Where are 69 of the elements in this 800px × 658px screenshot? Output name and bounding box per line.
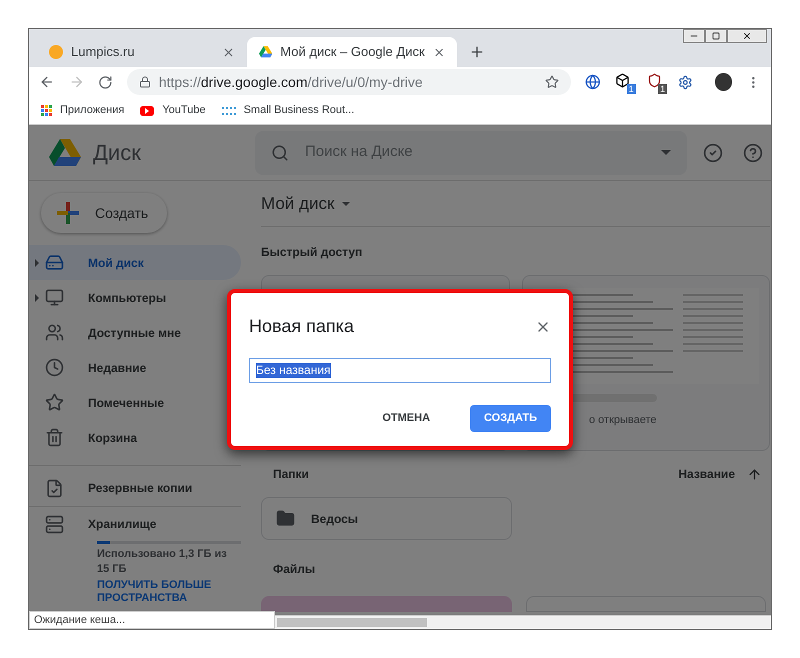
nav-item[interactable]: Помеченные <box>29 385 241 420</box>
page-title: Мой диск <box>261 192 334 215</box>
people-icon <box>45 323 64 342</box>
storage-usage: Использовано 1,3 ГБ из 15 ГБ <box>97 547 228 577</box>
section-heading: Файлы <box>273 561 316 578</box>
browser-tab[interactable]: Мой диск – Google Диск <box>247 37 457 67</box>
expand-arrow-icon[interactable] <box>35 258 39 266</box>
file-caption: о открываете <box>589 413 658 428</box>
tab-title: Lumpics.ru <box>71 43 136 62</box>
tab-title: Мой диск – Google Диск <box>280 43 425 62</box>
close-window-button[interactable] <box>727 29 767 43</box>
caret-icon[interactable] <box>342 202 350 206</box>
upgrade-link[interactable]: ПОЛУЧИТЬ БОЛЬШЕ ПРОСТРАНСТВА <box>97 579 241 605</box>
section-heading: Папки <box>273 466 309 483</box>
trash-icon <box>45 428 64 447</box>
horizontal-scrollbar[interactable] <box>275 615 771 629</box>
create-button[interactable]: Создать <box>41 193 167 233</box>
drive-logo-icon <box>49 138 81 166</box>
folder-name-field[interactable]: Без названия <box>249 358 551 383</box>
clock-icon <box>45 358 64 377</box>
apps-grid-icon <box>41 105 52 116</box>
storage-icon <box>45 514 64 534</box>
close-icon <box>742 31 752 41</box>
browser-tab[interactable]: Lumpics.ru <box>37 37 247 67</box>
drive-icon <box>45 253 64 272</box>
bookmark[interactable]: Приложения <box>41 102 124 119</box>
star-icon <box>45 393 64 412</box>
computer-icon <box>45 288 64 307</box>
status-text: Ожидание кеша... <box>29 611 275 629</box>
check-circle-icon[interactable] <box>703 142 723 162</box>
bookmark[interactable]: Small Business Rout... <box>222 102 354 119</box>
nav-item[interactable]: Хранилище <box>29 507 255 541</box>
nav-item[interactable]: Доступные мне <box>29 315 241 350</box>
app-title: Диск <box>93 139 141 167</box>
search-icon <box>271 144 289 162</box>
folder-icon <box>276 509 295 528</box>
lock-icon <box>138 76 151 88</box>
expand-arrow-icon[interactable] <box>35 294 39 302</box>
gear-icon[interactable] <box>678 74 693 90</box>
nav-item[interactable]: Резервные копии <box>29 470 255 506</box>
back-icon[interactable] <box>39 74 55 90</box>
cancel-button[interactable]: ОТМЕНА <box>368 405 444 432</box>
create-button[interactable]: СОЗДАТЬ <box>470 405 551 432</box>
globe-icon[interactable] <box>585 74 602 90</box>
close-icon[interactable] <box>222 46 235 58</box>
nav-item[interactable]: Недавние <box>29 350 241 385</box>
avatar[interactable] <box>714 73 732 91</box>
dropdown-icon[interactable] <box>661 150 671 155</box>
nav-item[interactable]: Корзина <box>29 420 241 455</box>
drive-tab-icon <box>259 46 272 58</box>
folder-card[interactable]: Ведосы <box>261 497 512 540</box>
reload-icon[interactable] <box>98 74 113 90</box>
plus-icon <box>57 202 79 224</box>
bookmark[interactable]: YouTube <box>140 102 206 119</box>
search-field[interactable]: Поиск на Диске <box>255 130 687 174</box>
new-tab-icon[interactable] <box>469 44 485 60</box>
play-icon <box>140 106 154 116</box>
star-icon[interactable] <box>545 75 560 89</box>
address-bar[interactable]: https://drive.google.com/drive/u/0/my-drive <box>126 69 572 95</box>
section-heading: Быстрый доступ <box>261 244 364 261</box>
nav-item[interactable]: Компьютеры <box>29 280 241 315</box>
nav-item[interactable]: Мой диск <box>29 245 241 280</box>
backup-icon <box>45 478 64 498</box>
maximize-button[interactable] <box>705 29 727 43</box>
sort-label[interactable]: Название <box>678 465 735 483</box>
help-icon[interactable] <box>743 142 763 162</box>
site-icon <box>49 45 63 59</box>
dialog-title: Новая папка <box>249 315 354 338</box>
maximize-icon <box>712 32 720 40</box>
